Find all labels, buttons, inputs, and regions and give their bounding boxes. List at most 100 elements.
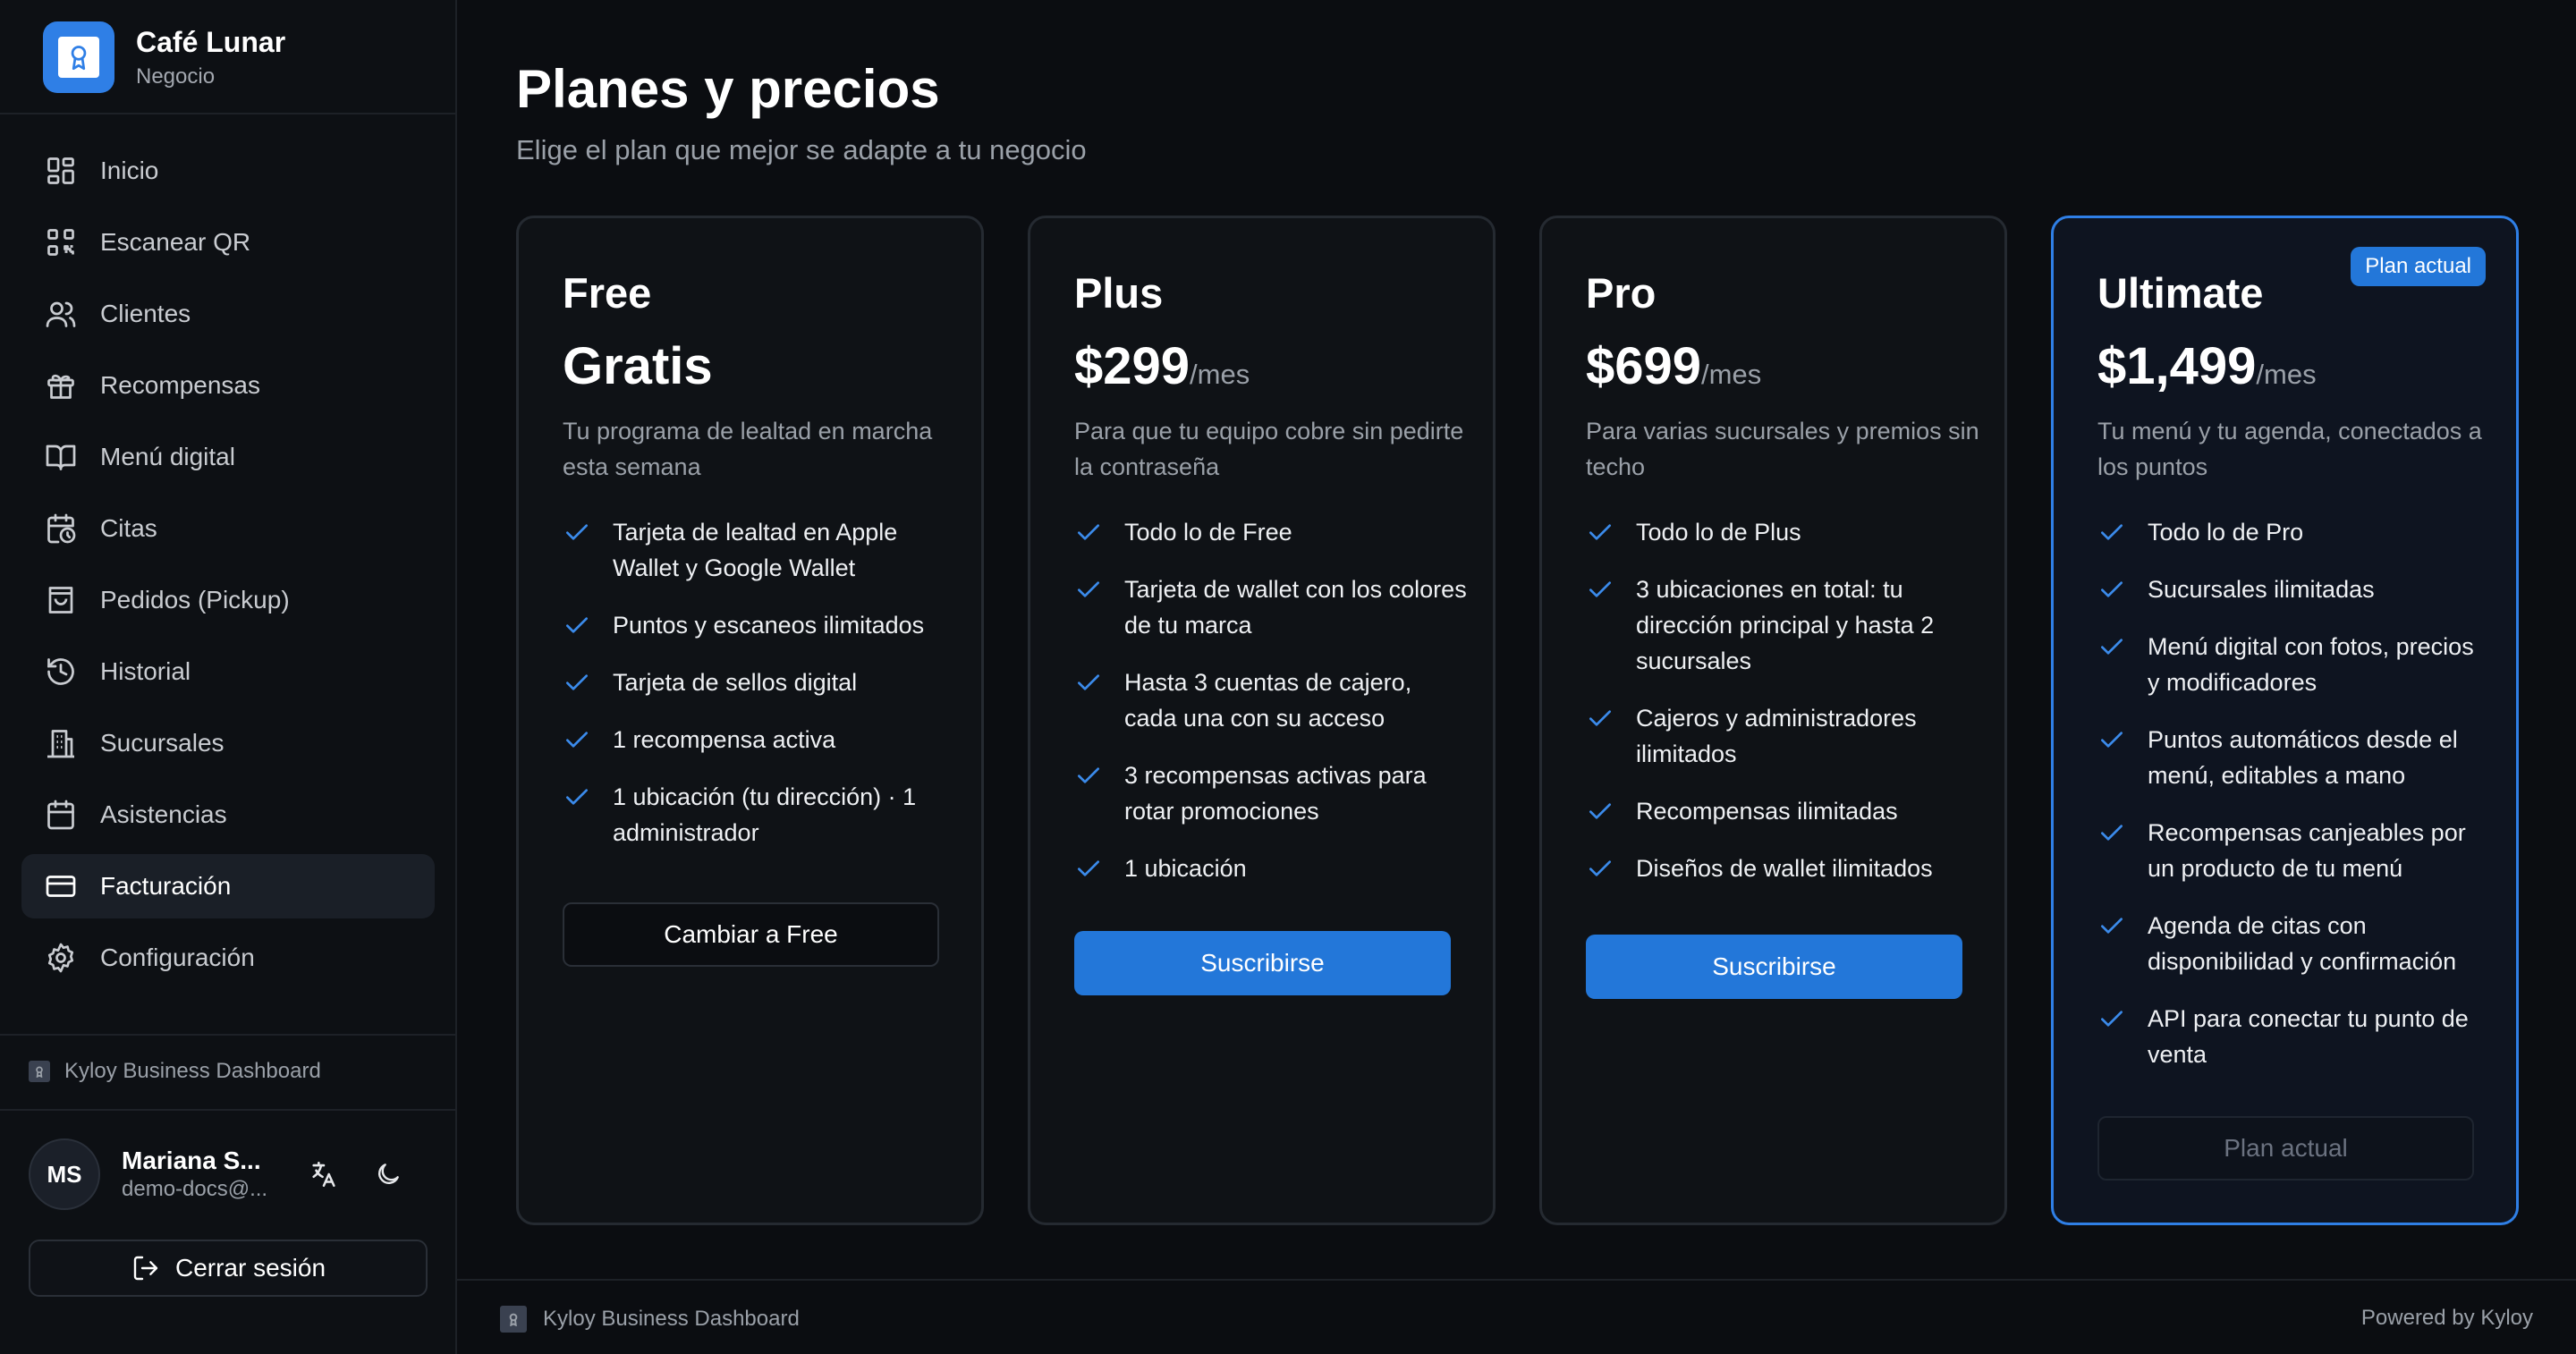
feature-text: Agenda de citas con disponibilidad y con…: [2148, 912, 2457, 975]
plan-name: Free: [563, 269, 652, 317]
plan-price-amount: Gratis: [563, 337, 713, 395]
brand-subtitle: Negocio: [136, 64, 216, 89]
current-plan-button: Plan actual: [2097, 1116, 2474, 1181]
feature-text: 3 recompensas activas para rotar promoci…: [1124, 762, 1427, 825]
feature-item: 3 recompensas activas para rotar promoci…: [1074, 757, 1468, 829]
sidebar-item-inicio[interactable]: Inicio: [21, 139, 435, 203]
plan-card-ultimate: Plan actual Ultimate $1,499/mes Tu menú …: [2051, 216, 2519, 1225]
sidebar-item-escanear-qr[interactable]: Escanear QR: [21, 210, 435, 275]
plan-description: Tu programa de lealtad en marcha esta se…: [563, 418, 933, 480]
sidebar-item-recompensas[interactable]: Recompensas: [21, 353, 435, 418]
sidebar-item-facturacion[interactable]: Facturación: [21, 854, 435, 918]
feature-item: 1 recompensa activa: [563, 722, 956, 757]
plan-price: $299/mes: [1074, 335, 1250, 411]
page-subtitle: Elige el plan que mejor se adapte a tu n…: [516, 134, 1087, 165]
users-icon: [43, 296, 79, 332]
feature-text: Puntos y escaneos ilimitados: [613, 612, 925, 639]
check-icon: [2097, 722, 2128, 757]
sidebar-item-pedidos[interactable]: Pedidos (Pickup): [21, 568, 435, 632]
theme-toggle-button[interactable]: [367, 1153, 410, 1196]
feature-item: Todo lo de Pro: [2097, 514, 2491, 550]
sidebar-item-citas[interactable]: Citas: [21, 496, 435, 561]
language-button[interactable]: [302, 1153, 345, 1196]
sidebar-item-configuracion[interactable]: Configuración: [21, 926, 435, 990]
feature-item: Hasta 3 cuentas de cajero, cada una con …: [1074, 664, 1468, 736]
book-open-icon: [43, 439, 79, 475]
feature-item: Cajeros y administradores ilimitados: [1586, 700, 1979, 772]
feature-item: Tarjeta de sellos digital: [563, 664, 956, 700]
feature-item: Todo lo de Plus: [1586, 514, 1979, 550]
sidebar-item-label: Configuración: [100, 944, 255, 971]
check-icon: [1074, 571, 1105, 607]
plan-card-free: Free Gratis Tu programa de lealtad en ma…: [516, 216, 984, 1225]
plan-price: $1,499/mes: [2097, 335, 2317, 411]
check-icon: [1586, 571, 1616, 607]
sidebar-item-asistencias[interactable]: Asistencias: [21, 783, 435, 847]
plan-price-amount: $699: [1586, 337, 1702, 395]
credit-card-icon: [43, 868, 79, 904]
plan-features: Todo lo de Plus 3 ubicaciones en total: …: [1586, 514, 1979, 908]
award-icon: [58, 37, 99, 78]
plan-description: Tu menú y tu agenda, conectados a los pu…: [2097, 418, 2482, 480]
plan-features: Todo lo de Pro Sucursales ilimitadas Men…: [2097, 514, 2491, 1094]
divider: [0, 1109, 457, 1111]
sidebar-item-label: Sucursales: [100, 729, 225, 757]
check-icon: [563, 664, 593, 700]
plan-price: Gratis: [563, 335, 713, 411]
feature-text: Tarjeta de lealtad en Apple Wallet y Goo…: [613, 519, 898, 581]
brand: Café Lunar Negocio: [43, 21, 285, 93]
feature-item: Recompensas ilimitadas: [1586, 793, 1979, 829]
feature-text: 3 ubicaciones en total: tu dirección pri…: [1636, 576, 1935, 674]
sidebar-item-label: Facturación: [100, 872, 232, 900]
plan-card-plus: Plus $299/mes Para que tu equipo cobre s…: [1028, 216, 1496, 1225]
check-icon: [2097, 571, 2128, 607]
feature-text: Recompensas canjeables por un producto d…: [2148, 819, 2466, 882]
subscribe-pro-button[interactable]: Suscribirse: [1586, 935, 1962, 999]
sidebar-item-menu-digital[interactable]: Menú digital: [21, 425, 435, 489]
divider: [0, 1034, 457, 1036]
grid-icon: [43, 153, 79, 189]
sidebar-item-clientes[interactable]: Clientes: [21, 282, 435, 346]
plan-name: Ultimate: [2097, 269, 2264, 317]
plan-price-unit: /mes: [1190, 359, 1250, 390]
shopping-bag-icon: [43, 582, 79, 618]
sidebar-item-label: Clientes: [100, 300, 191, 327]
sidebar-footer-brand-text: Kyloy Business Dashboard: [64, 1059, 321, 1083]
sidebar-item-label: Citas: [100, 514, 157, 542]
feature-text: API para conectar tu punto de venta: [2148, 1005, 2469, 1068]
plan-description: Para que tu equipo cobre sin pedirte la …: [1074, 418, 1464, 480]
avatar[interactable]: MS: [29, 1138, 100, 1210]
moon-icon: [374, 1160, 402, 1189]
check-icon: [563, 607, 593, 643]
user-email: demo-docs@...: [122, 1177, 268, 1201]
sidebar-item-label: Escanear QR: [100, 228, 251, 256]
check-icon: [2097, 514, 2128, 550]
subscribe-plus-button[interactable]: Suscribirse: [1074, 931, 1451, 995]
feature-item: 1 ubicación (tu dirección) · 1 administr…: [563, 779, 956, 850]
plan-price-unit: /mes: [1701, 359, 1762, 390]
switch-to-free-button[interactable]: Cambiar a Free: [563, 902, 939, 967]
user-row: MS Mariana S... demo-docs@...: [29, 1138, 422, 1210]
feature-item: Menú digital con fotos, precios y modifi…: [2097, 629, 2491, 700]
sidebar-item-label: Recompensas: [100, 371, 260, 399]
brand-name: Café Lunar: [136, 26, 286, 58]
logout-icon: [131, 1253, 161, 1283]
gift-icon: [43, 368, 79, 403]
logout-button[interactable]: Cerrar sesión: [29, 1240, 428, 1297]
feature-text: Todo lo de Plus: [1636, 519, 1801, 546]
translate-icon: [309, 1159, 339, 1189]
plan-price-amount: $1,499: [2097, 337, 2257, 395]
feature-text: Diseños de wallet ilimitados: [1636, 855, 1933, 882]
check-icon: [2097, 908, 2128, 944]
feature-item: Diseños de wallet ilimitados: [1586, 850, 1979, 886]
feature-text: Tarjeta de wallet con los colores de tu …: [1124, 576, 1467, 639]
feature-text: Puntos automáticos desde el menú, editab…: [2148, 726, 2458, 789]
sidebar-item-historial[interactable]: Historial: [21, 639, 435, 704]
sidebar-footer-brand: Kyloy Business Dashboard: [29, 1059, 321, 1084]
check-icon: [1074, 514, 1105, 550]
current-plan-badge: Plan actual: [2351, 247, 2486, 286]
plan-features: Todo lo de Free Tarjeta de wallet con lo…: [1074, 514, 1468, 908]
sidebar-item-sucursales[interactable]: Sucursales: [21, 711, 435, 775]
sidebar-item-label: Menú digital: [100, 443, 235, 470]
feature-text: 1 ubicación: [1124, 855, 1247, 882]
